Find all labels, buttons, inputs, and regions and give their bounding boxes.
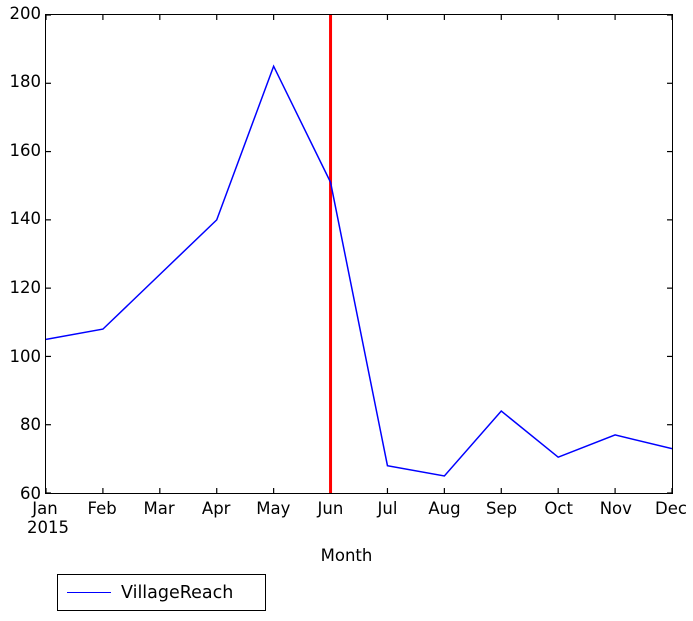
x-tick-label-sep: Sep bbox=[486, 499, 518, 518]
x-axis-year-label: 2015 bbox=[27, 518, 69, 537]
x-tick-label-jan: Jan bbox=[32, 499, 58, 518]
x-tick-label-jun: Jun bbox=[317, 499, 344, 518]
x-tick-label-oct: Oct bbox=[544, 499, 573, 518]
plot-area bbox=[45, 14, 673, 494]
y-tick-label-180: 180 bbox=[9, 72, 42, 92]
y-tick-label-200: 200 bbox=[9, 3, 42, 23]
y-axis-ticks bbox=[46, 15, 51, 493]
x-tick-label-nov: Nov bbox=[599, 499, 632, 518]
y-tick-label-80: 80 bbox=[20, 415, 41, 435]
x-axis-ticks-top bbox=[46, 15, 672, 20]
x-axis-ticks bbox=[46, 488, 672, 493]
y-tick-label-100: 100 bbox=[9, 346, 42, 366]
series-line-villagereach bbox=[46, 64, 672, 477]
x-tick-label-mar: Mar bbox=[143, 499, 175, 518]
legend-label: VillageReach bbox=[121, 582, 234, 603]
x-tick-label-dec: Dec bbox=[655, 499, 687, 518]
legend-line-swatch-icon bbox=[67, 592, 111, 593]
x-tick-label-feb: Feb bbox=[87, 499, 117, 518]
x-tick-label-apr: Apr bbox=[201, 499, 231, 518]
line-chart-figure: 200 180 160 140 120 100 80 60 Jan Feb Ma… bbox=[0, 0, 693, 621]
plot-canvas bbox=[46, 15, 672, 493]
x-axis-title: Month bbox=[320, 546, 373, 565]
y-tick-label-160: 160 bbox=[9, 140, 42, 160]
x-tick-label-jul: Jul bbox=[377, 499, 398, 518]
y-tick-label-140: 140 bbox=[9, 209, 42, 229]
y-axis-ticks-right bbox=[667, 15, 672, 493]
y-tick-label-120: 120 bbox=[9, 278, 42, 298]
chart-legend[interactable]: VillageReach bbox=[57, 574, 266, 611]
legend-entry-villagereach[interactable]: VillageReach bbox=[67, 583, 233, 603]
x-tick-label-aug: Aug bbox=[428, 499, 461, 518]
x-tick-label-may: May bbox=[256, 499, 291, 518]
